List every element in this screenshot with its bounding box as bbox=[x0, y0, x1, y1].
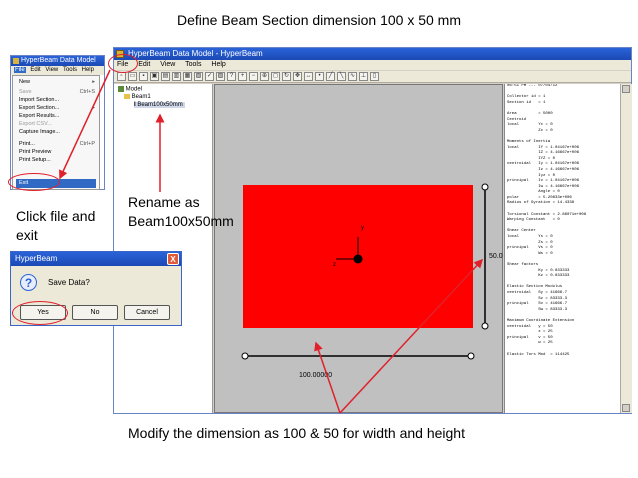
cancel-button[interactable]: Cancel bbox=[124, 305, 170, 320]
height-dimension-value[interactable]: 50.0 bbox=[489, 253, 503, 260]
exit-highlight bbox=[8, 173, 60, 191]
section-icon[interactable]: ▯ bbox=[370, 72, 379, 81]
move-icon[interactable]: ✥ bbox=[293, 72, 302, 81]
dm-menu-help[interactable]: Help bbox=[82, 67, 94, 73]
rotate-icon[interactable]: ↻ bbox=[282, 72, 291, 81]
section-canvas[interactable]: y z 100.00000 50.0 bbox=[214, 84, 503, 413]
beam-icon: I bbox=[134, 102, 136, 108]
chart-icon[interactable]: ▧ bbox=[194, 72, 203, 81]
help-icon[interactable]: ? bbox=[227, 72, 236, 81]
print-icon[interactable]: ▥ bbox=[172, 72, 181, 81]
width-dim-right-handle[interactable] bbox=[467, 352, 475, 360]
dialog-title: HyperBeam bbox=[15, 254, 58, 263]
data-model-app-icon bbox=[13, 58, 19, 64]
line-icon[interactable]: ╱ bbox=[326, 72, 335, 81]
width-dimension-value[interactable]: 100.00000 bbox=[299, 372, 332, 379]
dm-menu-tools[interactable]: Tools bbox=[63, 67, 77, 73]
tree-folder-label: Beam1 bbox=[131, 94, 151, 101]
new-icon[interactable]: ▫ bbox=[117, 72, 126, 81]
curve-icon[interactable]: ∿ bbox=[348, 72, 357, 81]
zoom-out-icon[interactable]: − bbox=[249, 72, 258, 81]
open-icon[interactable]: ▭ bbox=[128, 72, 137, 81]
height-dim-bottom-handle[interactable] bbox=[481, 322, 489, 330]
dialog-close-button[interactable]: X bbox=[167, 253, 179, 265]
data-model-menubar: File Edit View Tools Help bbox=[11, 66, 104, 75]
line-icon-2[interactable]: ╲ bbox=[337, 72, 346, 81]
zoom-window-icon[interactable]: ⊕ bbox=[260, 72, 269, 81]
main-window-title: HyperBeam Data Model - HyperBeam bbox=[128, 49, 263, 58]
dialog-message: Save Data? bbox=[48, 278, 90, 287]
grid-icon[interactable]: ▦ bbox=[183, 72, 192, 81]
centroid-marker bbox=[353, 254, 363, 264]
no-button[interactable]: No bbox=[72, 305, 118, 320]
folder-icon bbox=[124, 94, 130, 99]
yes-highlight bbox=[12, 301, 68, 325]
menu-item-print-setup[interactable]: Print Setup... bbox=[19, 156, 97, 165]
dialog-titlebar: HyperBeam X bbox=[11, 252, 181, 266]
dm-menu-edit[interactable]: Edit bbox=[30, 67, 40, 73]
dm-menu-file[interactable]: File bbox=[14, 67, 26, 73]
tree-item-label: Beam100x50mm bbox=[137, 102, 183, 108]
main-menubar: File Edit View Tools Help bbox=[114, 60, 631, 70]
tree-root-label: Model bbox=[125, 86, 143, 93]
menu-item-new[interactable]: New ▸ bbox=[19, 78, 97, 87]
data-model-titlebar: HyperBeam Data Model bbox=[11, 56, 104, 66]
model-icon bbox=[118, 86, 124, 92]
zoom-in-icon[interactable]: + bbox=[238, 72, 247, 81]
data-model-title: HyperBeam Data Model bbox=[21, 57, 96, 64]
scroll-up-arrow[interactable] bbox=[622, 85, 630, 93]
results-panel: 06:51 PM --- 07/04/12 Collector id = 1 Se… bbox=[504, 84, 620, 413]
arrow-icon[interactable]: ↔ bbox=[304, 72, 313, 81]
width-dim-left-handle[interactable] bbox=[241, 352, 249, 360]
save-icon[interactable]: ▪ bbox=[139, 72, 148, 81]
dimension-icon[interactable]: ⊥ bbox=[359, 72, 368, 81]
slide-heading: Define Beam Section dimension 100 x 50 m… bbox=[176, 12, 462, 28]
dm-menu-view[interactable]: View bbox=[45, 67, 58, 73]
menu-help[interactable]: Help bbox=[211, 61, 225, 68]
paste-icon[interactable]: ▤ bbox=[161, 72, 170, 81]
results-scrollbar[interactable] bbox=[620, 84, 632, 413]
main-toolbar: ▫ ▭ ▪ ▣ ▤ ▥ ▦ ▧ ✓ ▨? + − ⊕ ◻ ↻ ✥ ↔ • ╱ ╲ ∿ ⊥ ▯ bbox=[114, 71, 631, 83]
menu-item-capture-image[interactable]: Capture Image... bbox=[19, 128, 97, 137]
tree-folder[interactable]: Beam1 bbox=[124, 94, 151, 100]
menu-view[interactable]: View bbox=[160, 61, 175, 68]
section-drawing bbox=[241, 183, 489, 360]
table-icon[interactable]: ▨ bbox=[216, 72, 225, 81]
height-dim-top-handle[interactable] bbox=[481, 183, 489, 191]
axis-z-label: z bbox=[333, 262, 336, 268]
data-model-window: HyperBeam Data Model File Edit View Tool… bbox=[10, 55, 105, 190]
menu-edit[interactable]: Edit bbox=[138, 61, 150, 68]
node-icon[interactable]: • bbox=[315, 72, 324, 81]
tree-item-beam[interactable]: I Beam100x50mm bbox=[134, 102, 185, 108]
annotation-modify: Modify the dimension as 100 & 50 for wid… bbox=[128, 425, 465, 441]
scroll-down-arrow[interactable] bbox=[622, 404, 630, 412]
fit-icon[interactable]: ◻ bbox=[271, 72, 280, 81]
copy-icon[interactable]: ▣ bbox=[150, 72, 159, 81]
model-tree: Model Beam1 I Beam100x50mm bbox=[114, 84, 213, 413]
menu-tools[interactable]: Tools bbox=[185, 61, 201, 68]
question-icon: ? bbox=[20, 274, 37, 291]
main-window-titlebar: HyperBeam Data Model - HyperBeam bbox=[114, 48, 631, 60]
annotation-rename: Rename as Beam100x50mm bbox=[128, 194, 234, 229]
annotation-click-file-exit: Click file and exit bbox=[16, 208, 96, 243]
tree-root[interactable]: Model bbox=[118, 86, 142, 93]
file-menu-highlight bbox=[108, 54, 138, 73]
check-icon[interactable]: ✓ bbox=[205, 72, 214, 81]
axis-y-label: y bbox=[361, 225, 364, 231]
results-line: Elastic Tors Mod = 114425 bbox=[507, 352, 570, 357]
